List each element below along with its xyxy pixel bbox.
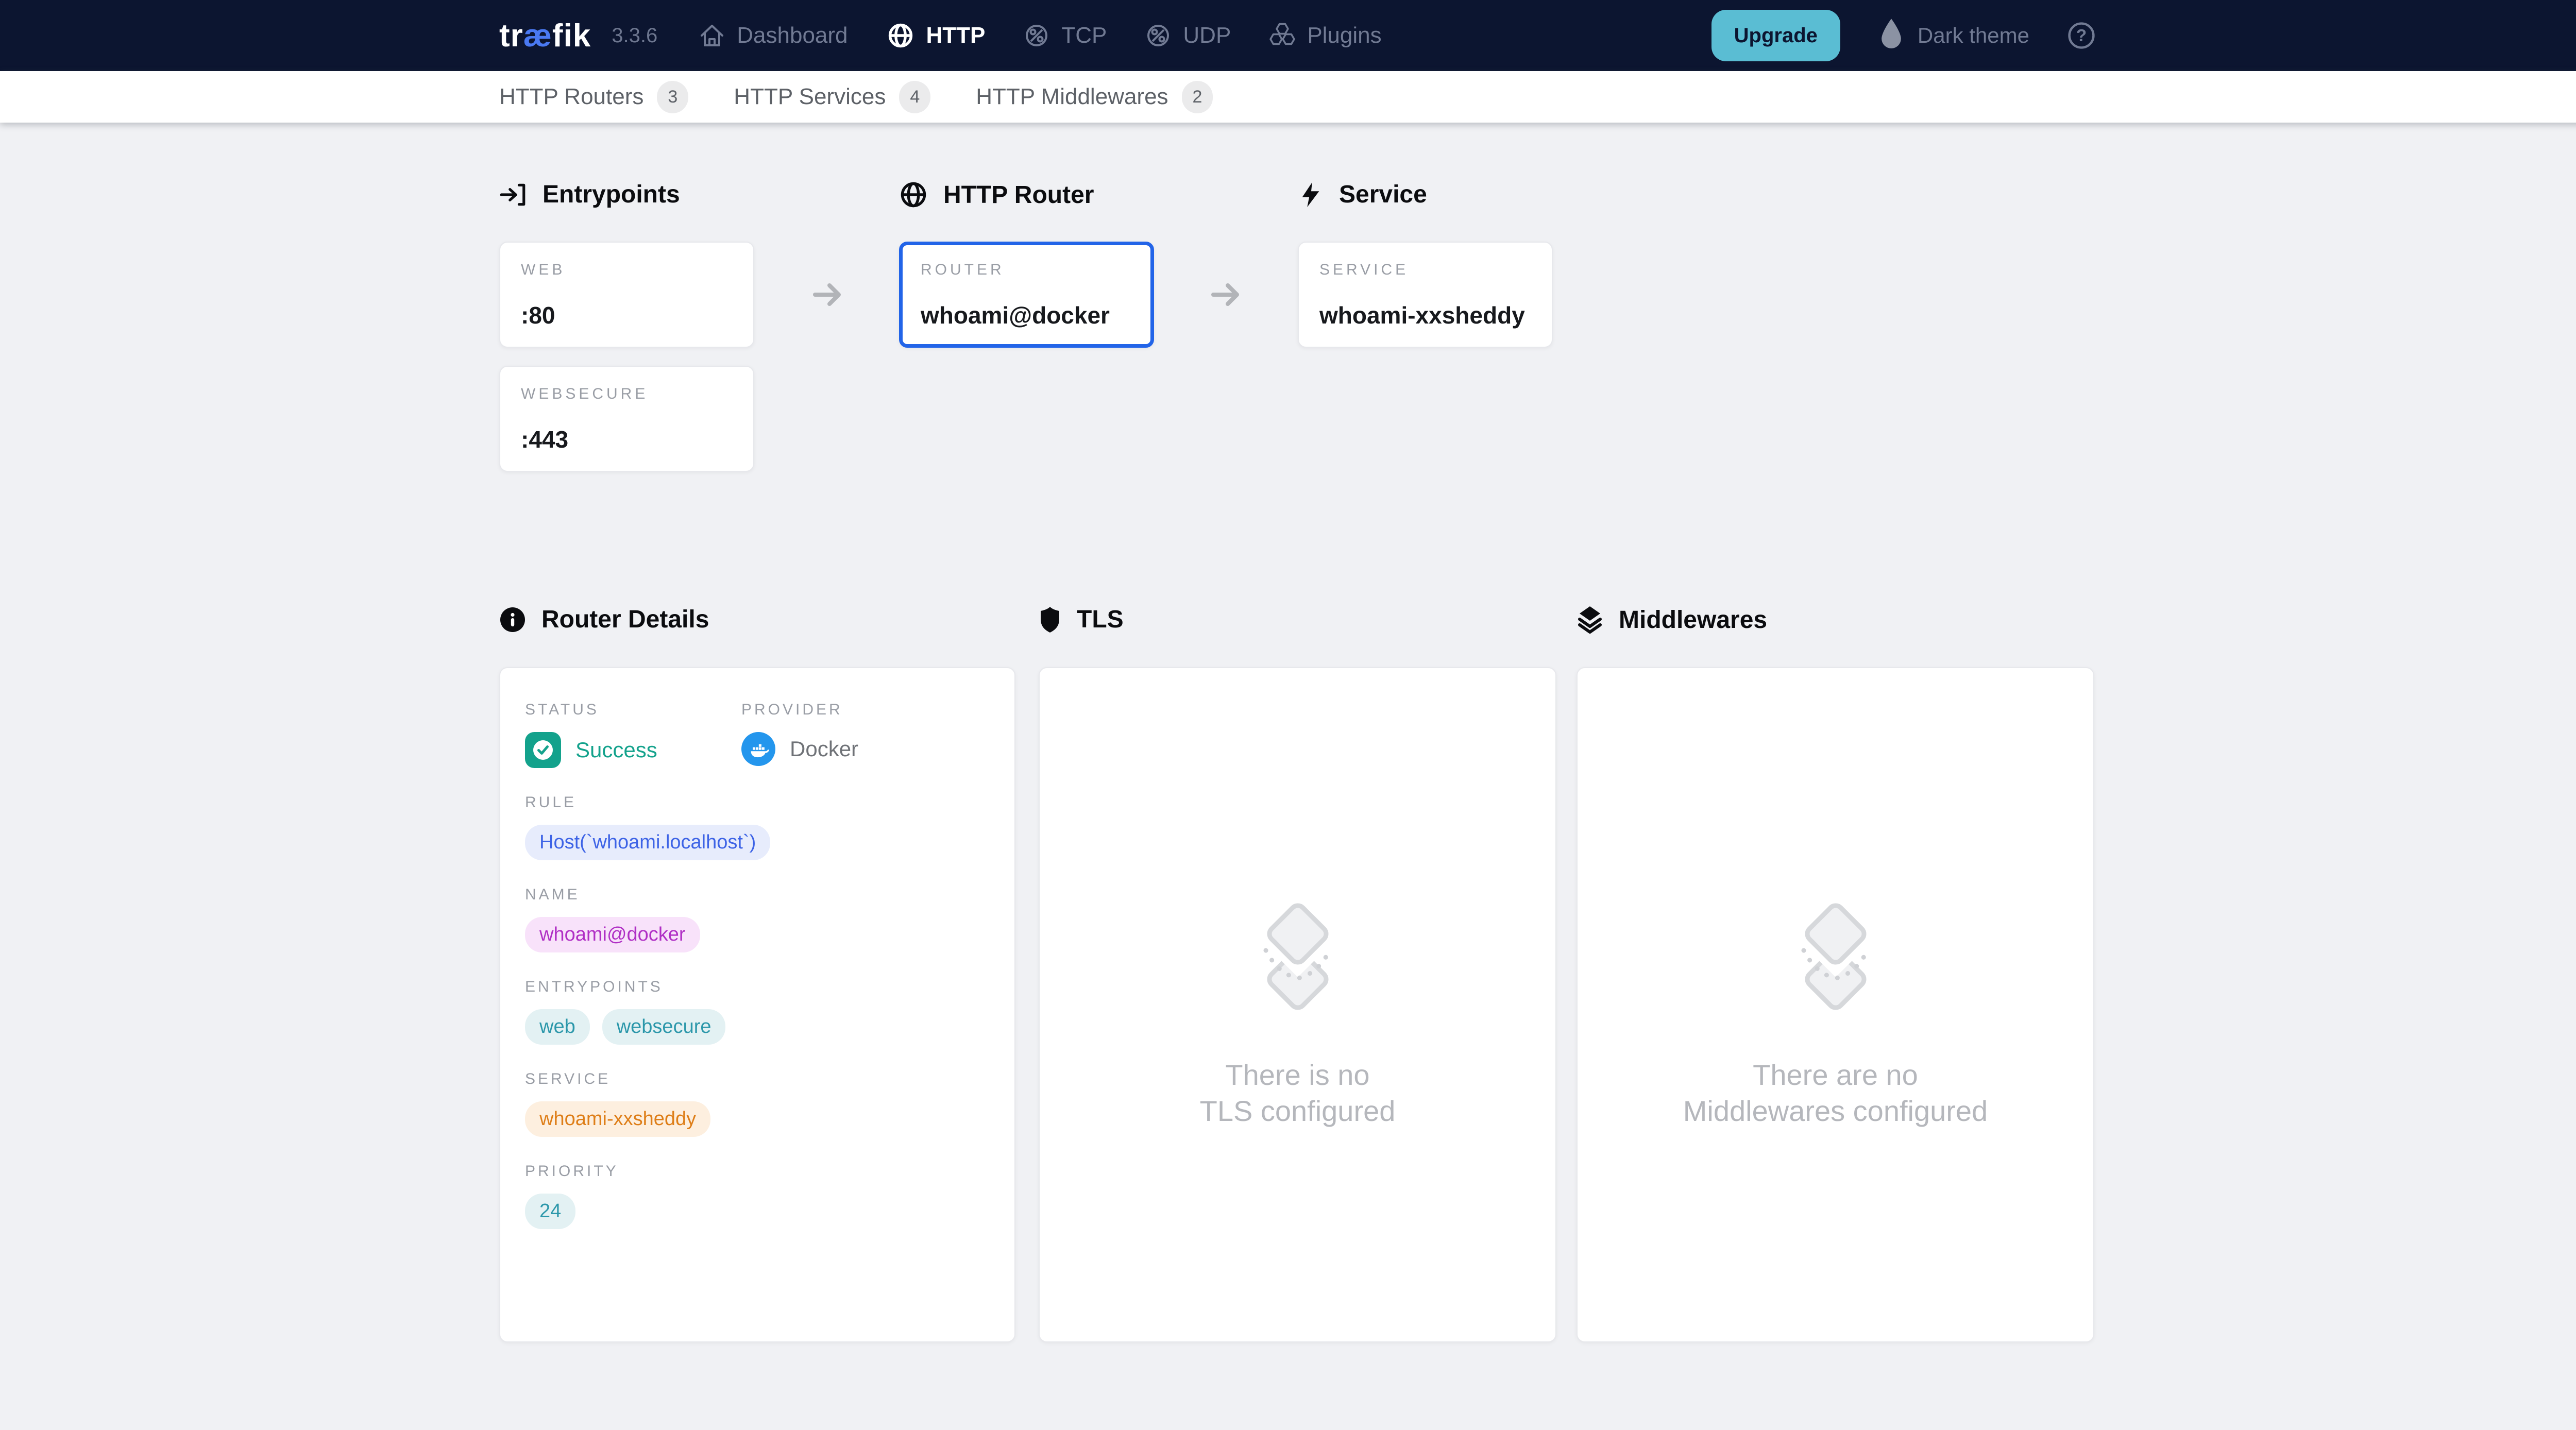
- docker-icon: [741, 732, 775, 766]
- router-details-heading: Router Details: [499, 605, 709, 634]
- svg-text:?: ?: [2076, 26, 2087, 45]
- info-icon: [499, 606, 526, 633]
- globe-icon: [886, 21, 915, 50]
- priority-pill: 24: [525, 1194, 575, 1229]
- version-label: 3.3.6: [612, 24, 657, 47]
- login-arrow-icon: [499, 181, 527, 209]
- success-check-icon: [525, 732, 561, 768]
- nav-item-tcp[interactable]: TCP: [1023, 22, 1107, 49]
- main-nav: Dashboard HTTP TCP: [699, 21, 1381, 50]
- entrypoint-card-web[interactable]: WEB :80: [499, 242, 754, 348]
- app-header: træfik 3.3.6 Dashboard: [0, 0, 2576, 71]
- nav-item-plugins[interactable]: Plugins: [1269, 22, 1381, 49]
- service-heading: Service: [1298, 180, 1427, 209]
- hexagons-icon: [1269, 22, 1296, 49]
- sub-tabbar: HTTP Routers 3 HTTP Services 4 HTTP Midd…: [0, 71, 2576, 123]
- middlewares-empty-message: There are no Middlewares configured: [1683, 1057, 1988, 1129]
- count-badge: 3: [657, 81, 688, 113]
- droplet-icon: [1877, 17, 1905, 54]
- tls-empty-message: There is no TLS configured: [1200, 1057, 1396, 1129]
- theme-toggle[interactable]: Dark theme: [1877, 17, 2029, 54]
- entrypoint-pill-websecure: websecure: [602, 1009, 726, 1045]
- count-badge: 2: [1182, 81, 1213, 113]
- entrypoint-card-websecure[interactable]: WEBSECURE :443: [499, 366, 754, 472]
- shield-icon: [1039, 606, 1061, 634]
- globe-icon: [899, 180, 928, 209]
- layers-icon: [1577, 605, 1603, 634]
- nav-item-dashboard[interactable]: Dashboard: [699, 22, 848, 49]
- count-badge: 4: [899, 81, 930, 113]
- traefik-logo[interactable]: træfik: [499, 18, 591, 54]
- router-detail-page: Entrypoints HTTP Router Service WEB :80: [499, 123, 2096, 1430]
- middlewares-heading: Middlewares: [1577, 605, 1767, 634]
- provider-value: Docker: [790, 737, 858, 761]
- arrow-right-icon: [1211, 280, 1244, 312]
- tab-http-routers[interactable]: HTTP Routers 3: [499, 81, 688, 113]
- router-details-card: STATUS Success PROVIDER: [499, 667, 1015, 1342]
- nav-item-http[interactable]: HTTP: [886, 21, 986, 50]
- tab-http-middlewares[interactable]: HTTP Middlewares 2: [976, 81, 1213, 113]
- proxy-icon: [1023, 22, 1050, 49]
- middlewares-card: There are no Middlewares configured: [1577, 667, 2094, 1342]
- entrypoints-heading: Entrypoints: [499, 180, 680, 209]
- http-router-heading: HTTP Router: [899, 180, 1094, 209]
- router-card[interactable]: ROUTER whoami@docker: [899, 242, 1154, 348]
- empty-layers-illustration: [1784, 901, 1887, 1017]
- lightning-icon: [1298, 181, 1324, 209]
- status-value: Success: [575, 738, 657, 762]
- rule-pill: Host(`whoami.localhost`): [525, 825, 770, 860]
- nav-item-udp[interactable]: UDP: [1145, 22, 1231, 49]
- tls-heading: TLS: [1039, 605, 1124, 634]
- tls-card: There is no TLS configured: [1039, 667, 1556, 1342]
- proxy-icon: [1145, 22, 1172, 49]
- entrypoint-pill-web: web: [525, 1009, 590, 1045]
- traefik-dashboard: træfik 3.3.6 Dashboard: [0, 0, 2576, 1430]
- empty-layers-illustration: [1246, 901, 1349, 1017]
- router-name-pill: whoami@docker: [525, 917, 700, 952]
- help-icon[interactable]: ?: [2066, 21, 2096, 50]
- tab-http-services[interactable]: HTTP Services 4: [734, 81, 930, 113]
- upgrade-button[interactable]: Upgrade: [1711, 10, 1840, 61]
- service-pill: whoami-xxsheddy: [525, 1101, 710, 1137]
- service-card[interactable]: SERVICE whoami-xxsheddy: [1298, 242, 1553, 348]
- arrow-right-icon: [812, 280, 845, 312]
- home-icon: [699, 22, 725, 49]
